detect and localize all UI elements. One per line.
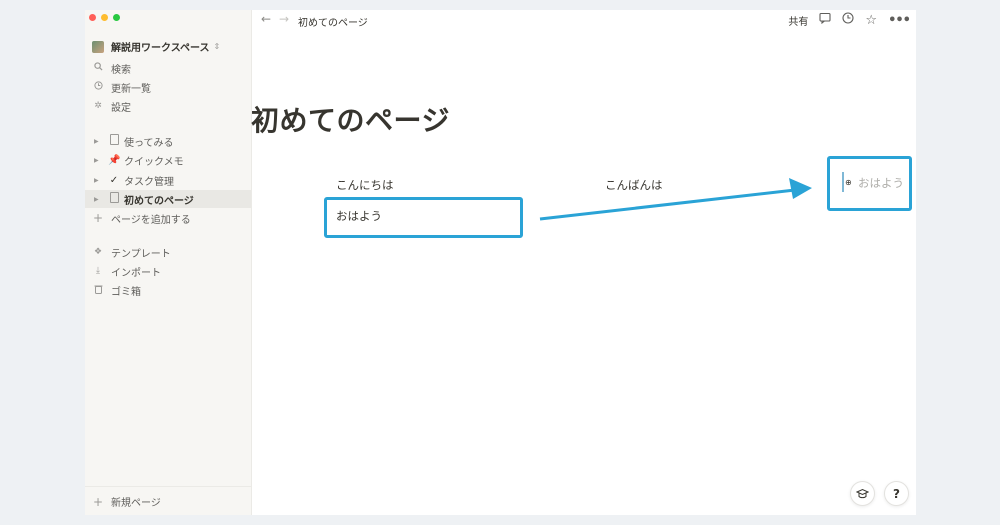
annotation-arrow: [539, 178, 812, 221]
learn-hat-icon[interactable]: [850, 481, 875, 506]
help-question-icon[interactable]: ?: [884, 481, 909, 506]
